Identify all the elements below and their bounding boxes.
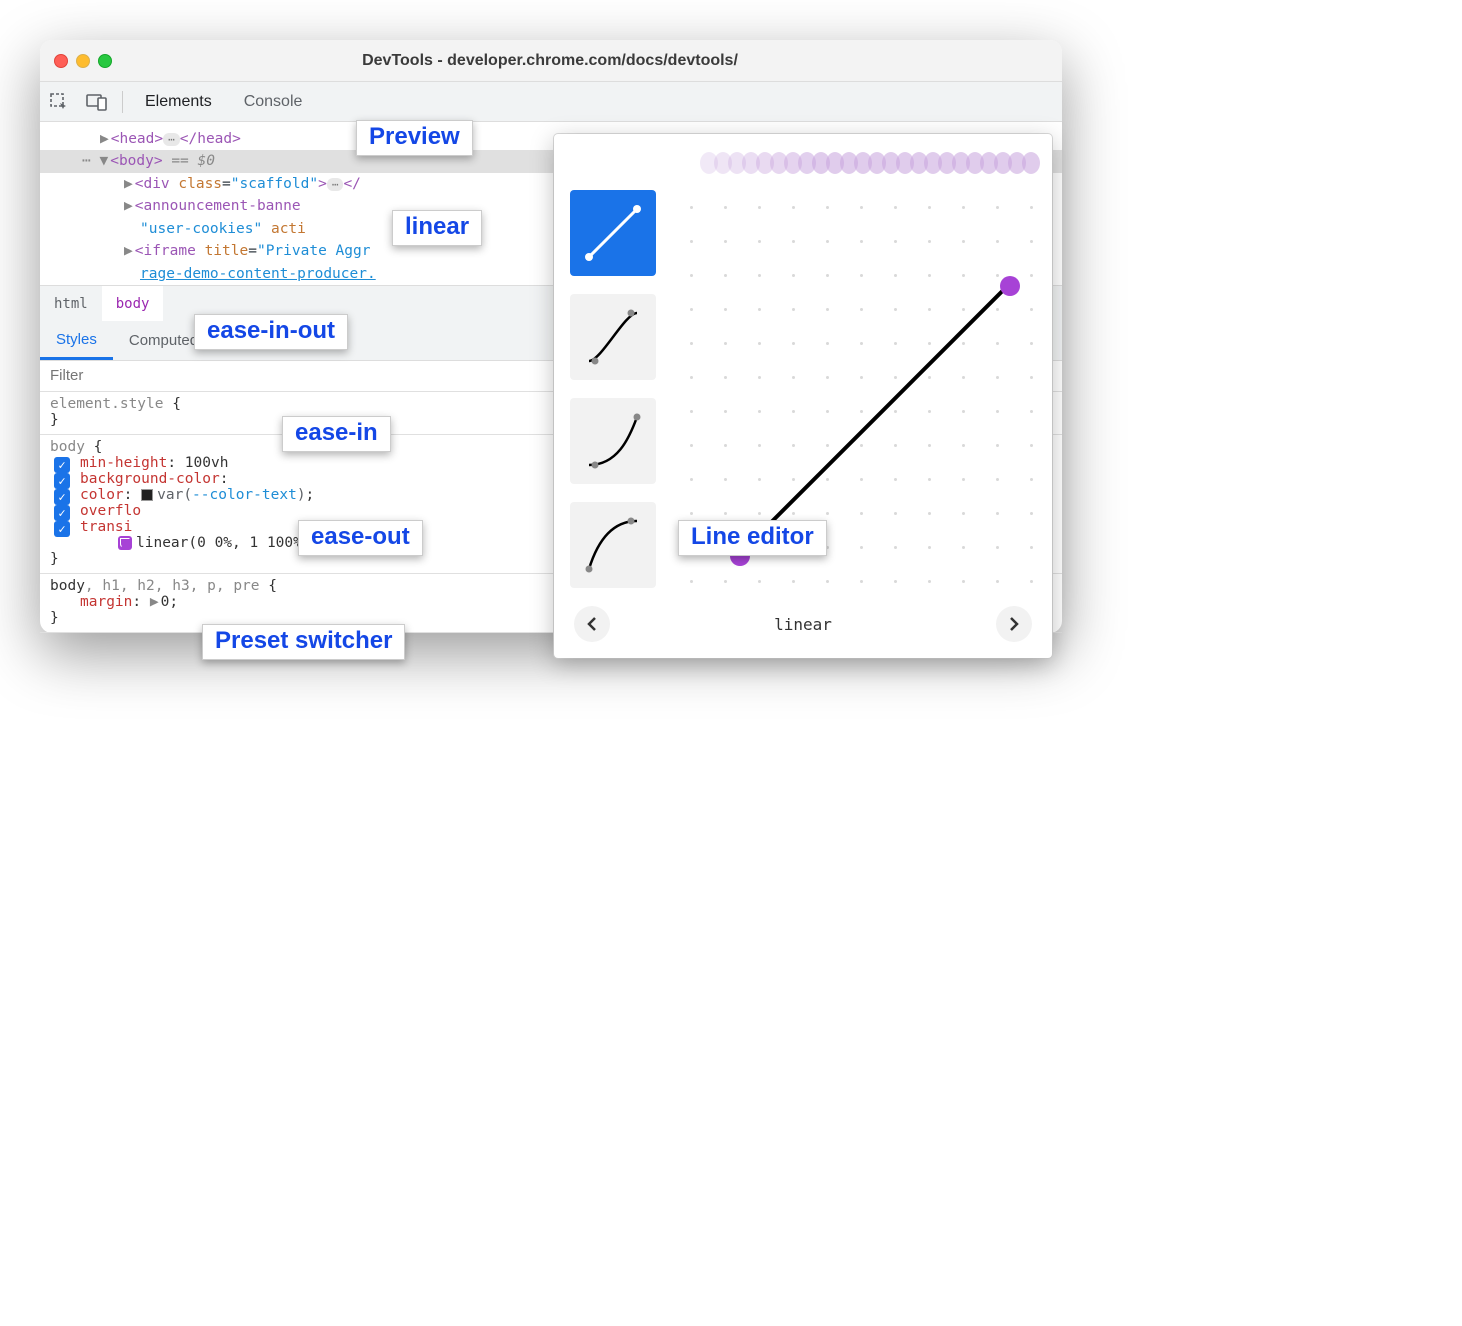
- window-controls: [54, 54, 112, 68]
- crumb-body[interactable]: body: [102, 286, 164, 321]
- inspect-element-icon[interactable]: [44, 87, 74, 117]
- preset-ease-in[interactable]: [570, 398, 656, 484]
- ellipsis-icon[interactable]: ⋯: [163, 133, 180, 146]
- preset-ease-in-out[interactable]: [570, 294, 656, 380]
- easing-presets-column: [570, 186, 656, 588]
- callout-preset-switcher: Preset switcher: [202, 624, 405, 660]
- ellipsis-icon[interactable]: ⋯: [327, 178, 344, 191]
- expand-arrow-icon[interactable]: ▶: [100, 131, 109, 147]
- easing-handle-end[interactable]: [1000, 276, 1020, 296]
- close-window-button[interactable]: [54, 54, 68, 68]
- prev-preset-button[interactable]: [574, 606, 610, 642]
- tab-styles[interactable]: Styles: [40, 321, 113, 360]
- main-toolbar: Elements Console: [40, 82, 1062, 122]
- expand-arrow-icon[interactable]: ▶: [124, 176, 133, 192]
- toolbar-separator: [122, 91, 123, 113]
- easing-swatch-icon[interactable]: [118, 536, 132, 550]
- preset-linear[interactable]: [570, 190, 656, 276]
- color-swatch-icon[interactable]: [141, 489, 153, 501]
- callout-linear: linear: [392, 210, 482, 246]
- tab-console[interactable]: Console: [228, 82, 319, 122]
- callout-preview: Preview: [356, 120, 473, 156]
- titlebar: DevTools - developer.chrome.com/docs/dev…: [40, 40, 1062, 82]
- minimize-window-button[interactable]: [76, 54, 90, 68]
- devtools-window: DevTools - developer.chrome.com/docs/dev…: [40, 40, 1062, 633]
- crumb-html[interactable]: html: [40, 286, 102, 321]
- callout-ease-in: ease-in: [282, 416, 391, 452]
- easing-preview-strip: [700, 148, 1036, 178]
- callout-ease-out: ease-out: [298, 520, 423, 556]
- collapse-arrow-icon[interactable]: ▼: [99, 153, 108, 169]
- next-preset-button[interactable]: [996, 606, 1032, 642]
- window-title: DevTools - developer.chrome.com/docs/dev…: [112, 52, 1048, 70]
- tab-elements[interactable]: Elements: [129, 82, 228, 122]
- expand-arrow-icon[interactable]: ▶: [150, 594, 159, 610]
- easing-editor-popover: linear: [554, 134, 1052, 658]
- device-toggle-icon[interactable]: [82, 87, 112, 117]
- preset-switcher-label: linear: [774, 615, 832, 634]
- callout-ease-in-out: ease-in-out: [194, 314, 348, 350]
- preset-ease-out[interactable]: [570, 502, 656, 588]
- zoom-window-button[interactable]: [98, 54, 112, 68]
- preset-switcher: linear: [570, 606, 1036, 642]
- expand-arrow-icon[interactable]: ▶: [124, 198, 133, 214]
- callout-line-editor: Line editor: [678, 520, 827, 556]
- expand-arrow-icon[interactable]: ▶: [124, 243, 133, 259]
